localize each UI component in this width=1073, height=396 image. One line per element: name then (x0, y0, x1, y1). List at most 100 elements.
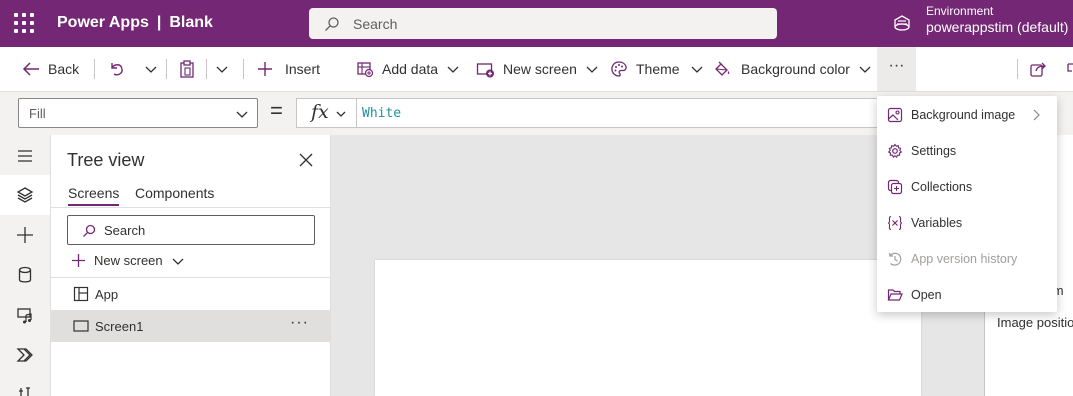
paint-bucket-icon (715, 61, 730, 76)
menu-item-collections[interactable]: Collections (877, 169, 1057, 205)
more-toolbar-icon[interactable] (1066, 47, 1073, 91)
menu-item-label: Settings (911, 144, 957, 158)
chevron-right-icon (1033, 109, 1040, 121)
media-icon (17, 308, 32, 324)
function-button[interactable]: fx (296, 98, 356, 128)
chevron-down-icon (691, 66, 703, 73)
hamburger-icon (18, 150, 32, 162)
menu-item-open[interactable]: Open (877, 277, 1057, 313)
property-dropdown[interactable]: Fill (18, 98, 258, 128)
back-button[interactable]: Back (22, 47, 79, 91)
screen-canvas[interactable] (375, 260, 921, 396)
back-label: Back (48, 61, 80, 77)
top-bar: Power Apps | Blank Search Environment powe… (0, 0, 1073, 47)
tree-item-screen1[interactable]: Screen1 ··· (51, 310, 331, 342)
tab-components[interactable]: Components (135, 185, 214, 201)
chevron-down-icon (336, 111, 346, 117)
media-rail-button[interactable] (0, 295, 50, 335)
insert-rail-button[interactable] (0, 215, 50, 255)
menu-item-settings[interactable]: Settings (877, 133, 1057, 169)
menu-item-variables[interactable]: Variables (877, 205, 1057, 241)
search-icon (325, 17, 339, 31)
image-position-label: Image positio (997, 315, 1073, 330)
close-icon[interactable] (299, 153, 313, 167)
tree-view-button[interactable] (0, 175, 50, 215)
environment-label: Environment (926, 4, 994, 18)
search-placeholder: Search (353, 16, 398, 32)
menu-item-label: Open (911, 288, 942, 302)
plus-icon (17, 227, 33, 243)
tree-item-label: Screen1 (95, 318, 144, 334)
tools-icon (19, 387, 30, 396)
plus-icon (72, 254, 85, 267)
chevron-down-icon (145, 66, 157, 73)
power-automate-rail-button[interactable] (0, 335, 50, 375)
formula-text: White (362, 106, 402, 121)
image-icon (887, 107, 903, 123)
global-search[interactable]: Search (309, 8, 777, 39)
theme-button[interactable]: Theme (610, 47, 704, 91)
power-automate-icon (16, 348, 33, 362)
gear-icon (887, 143, 903, 158)
tree-item-app[interactable]: App (51, 278, 331, 310)
screen-icon (73, 320, 89, 332)
menu-item-label: App version history (911, 252, 1018, 266)
insert-button[interactable]: Insert (257, 47, 320, 91)
title-separator: | (156, 14, 162, 31)
tab-screens[interactable]: Screens (68, 185, 120, 206)
toolbar-divider (94, 59, 95, 79)
paste-dropdown[interactable] (215, 47, 229, 91)
new-screen-button[interactable]: New screen (476, 47, 599, 91)
layers-icon (16, 187, 34, 203)
undo-button[interactable] (108, 47, 126, 91)
palette-icon (611, 61, 627, 77)
menu-item-label: Background image (911, 108, 1016, 122)
folder-open-icon (887, 289, 903, 301)
toolbar-divider (1017, 59, 1018, 79)
insert-label: Insert (285, 61, 321, 77)
undo-dropdown[interactable] (144, 47, 158, 91)
chevron-down-icon (859, 66, 871, 73)
share-button[interactable] (1029, 47, 1047, 91)
chevron-down-icon (216, 66, 228, 73)
more-options-icon[interactable]: ··· (290, 314, 309, 332)
menu-item-label: Variables (911, 216, 963, 230)
environment-name[interactable]: powerappstim (default) (926, 19, 1068, 35)
tabs-divider (51, 207, 331, 208)
toolbar-divider (243, 59, 244, 79)
chevron-down-icon (447, 66, 459, 73)
more-commands-button[interactable]: ··· (877, 47, 916, 91)
new-screen-icon (476, 63, 494, 78)
more-commands-menu: Background image Settings Collections Va… (877, 96, 1057, 312)
toolbar-divider (206, 59, 207, 79)
background-color-button[interactable]: Background color (713, 47, 872, 91)
tree-search-input[interactable]: Search (67, 215, 315, 245)
hamburger-menu-button[interactable] (0, 136, 50, 176)
tools-rail-button[interactable] (0, 375, 50, 396)
formula-input[interactable]: White (356, 98, 886, 128)
clipboard-icon (180, 60, 194, 78)
theme-label: Theme (636, 61, 680, 77)
tree-search-placeholder: Search (104, 223, 146, 238)
app-launcher-icon[interactable] (14, 13, 34, 33)
tree-new-screen-button[interactable]: New screen (71, 253, 185, 268)
menu-item-background-image[interactable]: Background image (877, 97, 1057, 133)
plus-icon (258, 62, 272, 76)
environment-icon[interactable] (892, 13, 912, 33)
add-data-button[interactable]: Add data (356, 47, 460, 91)
toolbar-divider (166, 59, 167, 79)
menu-item-label: Collections (911, 180, 973, 194)
left-rail (0, 135, 51, 396)
paste-button[interactable] (178, 47, 196, 91)
app-icon (73, 286, 89, 302)
variables-icon (887, 215, 903, 231)
tree-new-screen-label: New screen (94, 253, 163, 268)
data-rail-button[interactable] (0, 255, 50, 295)
tree-view-panel: Tree view Screens Components Search New … (51, 135, 331, 396)
menu-item-app-version-history: App version history (877, 241, 1057, 277)
search-icon (83, 224, 96, 237)
chevron-down-icon (236, 111, 248, 118)
comment-icon (1067, 63, 1073, 72)
database-icon (18, 266, 32, 283)
tree-view-title: Tree view (67, 150, 145, 170)
